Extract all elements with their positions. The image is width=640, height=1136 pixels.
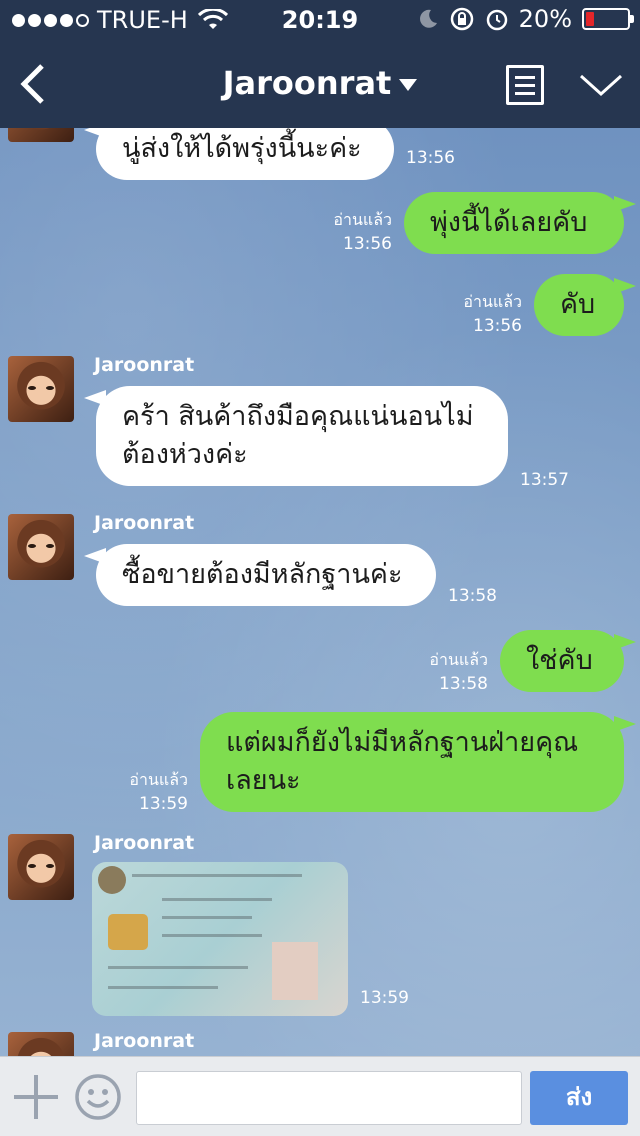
- moon-icon: [419, 9, 437, 28]
- message-time: 13:57: [520, 470, 569, 490]
- emoji-icon[interactable]: [74, 1073, 122, 1121]
- message-time: 13:58: [439, 674, 488, 694]
- message-time: 13:56: [406, 148, 455, 168]
- message-input[interactable]: [136, 1071, 522, 1125]
- rotation-lock-icon: [450, 7, 473, 31]
- message-time: 13:58: [448, 586, 497, 606]
- read-receipt: อ่านแล้ว: [429, 650, 488, 669]
- message-time: 13:59: [139, 794, 188, 814]
- avatar[interactable]: [8, 128, 74, 142]
- card-chip-icon: [108, 914, 148, 950]
- message-meta: อ่านแล้ว 13:56: [430, 290, 522, 338]
- message-text: ใช่คับ: [526, 645, 593, 676]
- message-text: นู่ส่งให้ได้พรุ่งนี้นะค่ะ: [122, 133, 362, 164]
- input-bar: ส่ง: [0, 1056, 640, 1136]
- message-time: 13:56: [473, 316, 522, 336]
- chat-area[interactable]: นู่ส่งให้ได้พรุ่งนี้นะค่ะ 13:56 อ่านแล้ว…: [0, 128, 640, 1056]
- image-message-id-card[interactable]: [92, 862, 348, 1016]
- chat-title: Jaroonrat: [222, 64, 392, 102]
- message-bubble-outgoing[interactable]: พุ่งนี้ได้เลยคับ: [404, 192, 624, 254]
- status-bar: TRUE-H 20:19 20%: [0, 0, 640, 40]
- avatar[interactable]: [8, 356, 74, 422]
- alarm-icon: [486, 9, 507, 31]
- avatar[interactable]: [8, 514, 74, 580]
- sender-name: Jaroonrat: [94, 354, 195, 376]
- message-bubble-incoming[interactable]: ซื้อขายต้องมีหลักฐานค่ะ: [96, 544, 436, 606]
- message-text: คับ: [560, 289, 596, 320]
- message-meta: อ่านแล้ว 13:59: [96, 768, 188, 816]
- message-text: คร้า สินค้าถึงมือคุณแน่นอนไม่: [122, 401, 474, 432]
- message-meta: อ่านแล้ว 13:58: [396, 648, 488, 696]
- battery-icon: [582, 8, 634, 30]
- chat-header: Jaroonrat: [0, 40, 640, 128]
- wifi-icon: [197, 9, 228, 29]
- message-meta: อ่านแล้ว 13:56: [300, 208, 392, 256]
- message-bubble-outgoing[interactable]: ใช่คับ: [500, 630, 624, 692]
- message-time: 13:59: [360, 988, 409, 1008]
- message-text: แต่ผมก็ยังไม่มีหลักฐานฝ่ายคุณ: [226, 727, 579, 758]
- signal-dots-icon: [12, 13, 89, 27]
- message-text: เลยนะ: [226, 765, 301, 796]
- sender-name: Jaroonrat: [94, 832, 195, 854]
- dropdown-caret-icon: [399, 79, 418, 91]
- status-left: TRUE-H: [12, 6, 228, 34]
- message-bubble-incoming[interactable]: นู่ส่งให้ได้พรุ่งนี้นะค่ะ: [96, 128, 394, 180]
- battery-percent: 20%: [518, 5, 572, 33]
- chevron-down-icon[interactable]: [578, 70, 624, 100]
- chat-title-button[interactable]: Jaroonrat: [0, 64, 640, 102]
- send-button[interactable]: ส่ง: [530, 1071, 628, 1125]
- plus-icon[interactable]: [14, 1075, 58, 1119]
- avatar[interactable]: [8, 1032, 74, 1056]
- status-right: 20%: [417, 5, 634, 33]
- message-bubble-incoming[interactable]: คร้า สินค้าถึงมือคุณแน่นอนไม่ ต้องห่วงค่…: [96, 386, 508, 486]
- avatar[interactable]: [8, 834, 74, 900]
- carrier-name: TRUE-H: [97, 6, 188, 34]
- sender-name: Jaroonrat: [94, 1030, 195, 1052]
- card-photo: [272, 942, 318, 1000]
- read-receipt: อ่านแล้ว: [129, 770, 188, 789]
- message-bubble-outgoing[interactable]: คับ: [534, 274, 624, 336]
- message-text: ซื้อขายต้องมีหลักฐานค่ะ: [122, 559, 403, 590]
- message-time: 13:56: [343, 234, 392, 254]
- read-receipt: อ่านแล้ว: [463, 292, 522, 311]
- message-text: พุ่งนี้ได้เลยคับ: [430, 207, 588, 238]
- message-bubble-outgoing[interactable]: แต่ผมก็ยังไม่มีหลักฐานฝ่ายคุณ เลยนะ: [200, 712, 624, 812]
- message-text: ต้องห่วงค่ะ: [122, 439, 248, 470]
- seal-icon: [98, 866, 126, 894]
- read-receipt: อ่านแล้ว: [333, 210, 392, 229]
- menu-list-icon[interactable]: [506, 65, 544, 105]
- sender-name: Jaroonrat: [94, 512, 195, 534]
